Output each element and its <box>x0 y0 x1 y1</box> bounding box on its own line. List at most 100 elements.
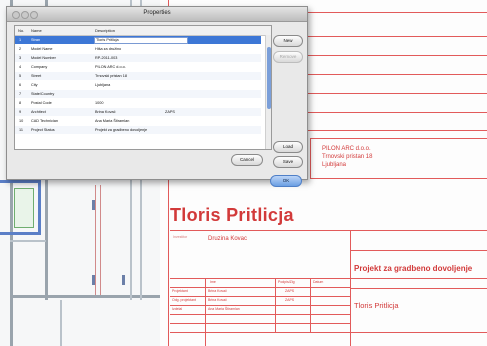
row-description: Hiša za družino <box>95 47 122 51</box>
titleblock-cell: Datum <box>313 280 324 284</box>
sheet-rule <box>310 138 311 178</box>
plan-marker <box>122 275 125 285</box>
row-number: 2 <box>19 47 22 51</box>
titleblock-rule <box>170 332 487 333</box>
row-number: 11 <box>19 128 23 132</box>
titleblock-rule <box>170 314 350 315</box>
row-description: 1000 <box>95 101 104 105</box>
plan-wall <box>10 295 160 298</box>
titleblock-rule <box>205 278 206 346</box>
titleblock-rule <box>275 278 276 332</box>
dialog-title: Properties <box>143 10 171 16</box>
scrollbar-thumb[interactable] <box>267 47 271 109</box>
row-description: PILON ARC d.o.o. <box>95 65 126 69</box>
titleblock-cell: Izdelal <box>172 307 183 311</box>
row-name: Project Status <box>31 128 55 132</box>
row-number: 1 <box>19 38 22 42</box>
row-name: Architect <box>31 110 46 114</box>
load-button[interactable]: Load <box>273 141 303 153</box>
list-item[interactable]: 7 State/Country <box>15 90 261 98</box>
company-street: Trnovski pristan 18 <box>322 154 373 160</box>
new-button[interactable]: New <box>273 35 303 47</box>
row-description: Trnovski pristan 18 <box>95 74 127 78</box>
company-city: Ljubljana <box>322 162 347 168</box>
titleblock-rule <box>170 323 350 324</box>
plan-room-fill <box>14 188 34 228</box>
list-item[interactable]: 6 City Ljubljana <box>15 81 261 89</box>
titleblock-rule <box>350 250 487 251</box>
properties-list[interactable]: No. Name Description 1 Stran Tloris Prit… <box>14 25 272 150</box>
row-extra: ZAPS <box>165 110 175 114</box>
dialog-titlebar[interactable]: Properties <box>7 7 307 22</box>
titleblock-rule <box>310 278 311 332</box>
list-item[interactable]: 1 Stran Tloris Pritlicja ▾ <box>15 36 261 44</box>
drawing-title: Tloris Pritlicja <box>170 205 294 225</box>
investor-value: Druzina Kovac <box>208 236 248 242</box>
titleblock-cell: Ime <box>210 280 216 284</box>
titleblock-rule <box>170 296 350 297</box>
list-item[interactable]: 9 Architect Brina Kovač ZAPS <box>15 108 261 116</box>
plan-wall-selected <box>38 180 41 235</box>
list-item[interactable]: 10 CAD Technician Ana Maria Štiramlan <box>15 117 261 125</box>
investor-label: Investitor <box>173 235 188 239</box>
row-number: 8 <box>19 101 22 105</box>
row-name: Company <box>31 65 48 69</box>
row-description: Brina Kovač <box>95 110 116 114</box>
row-number: 10 <box>19 119 24 123</box>
titleblock-cell: Odg. projektant <box>172 298 196 302</box>
list-scrollbar[interactable] <box>265 35 271 149</box>
row-number: 4 <box>19 65 22 69</box>
titleblock-rule <box>170 230 487 231</box>
project-value: Projekt za gradbeno dovoljenje <box>354 264 473 273</box>
cancel-button[interactable]: Cancel <box>231 154 263 166</box>
row-name: State/Country <box>31 92 55 96</box>
plan-wall-selected <box>0 232 40 235</box>
list-item[interactable]: 3 Model Number RP-2011-003 <box>15 54 261 62</box>
dimension-line <box>100 185 101 295</box>
titleblock-rule <box>170 287 350 288</box>
plan-wall <box>60 300 62 346</box>
titleblock-rule <box>170 278 487 279</box>
list-item[interactable]: 5 Street Trnovski pristan 18 <box>15 72 261 80</box>
row-description: Ljubljana <box>95 83 111 87</box>
titleblock-cell: ZAPS <box>285 298 295 302</box>
column-header-no[interactable]: No. <box>18 28 24 33</box>
drawing-canvas[interactable]: PILON ARC d.o.o. Trnovski pristan 18 Lju… <box>0 0 487 346</box>
titleblock-cell: Ana Maria Štiramlan <box>208 307 240 311</box>
row-number: 5 <box>19 74 22 78</box>
description-edit-field[interactable]: Tloris Pritlicja ▾ <box>94 37 188 44</box>
titleblock-cell: Brina Kovač <box>208 298 227 302</box>
row-name: Street <box>31 74 42 78</box>
row-description: Projekt za gradbeno dovoljenje <box>95 128 148 132</box>
row-name: Stran <box>31 38 41 42</box>
ok-button[interactable]: OK <box>270 175 302 187</box>
list-item[interactable]: 4 Company PILON ARC d.o.o. <box>15 63 261 71</box>
sheet-rule <box>310 138 487 139</box>
list-item[interactable]: 11 Project Status Projekt za gradbeno do… <box>15 126 261 134</box>
plan-marker <box>92 200 95 210</box>
row-number: 7 <box>19 92 22 96</box>
list-header: No. Name Description <box>15 26 271 36</box>
titleblock-rule <box>170 305 350 306</box>
row-description: Ana Maria Štiramlan <box>95 119 130 123</box>
row-name: Model Name <box>31 47 53 51</box>
row-name: City <box>31 83 38 87</box>
row-number: 6 <box>19 83 22 87</box>
row-name: CAD Technician <box>31 119 58 123</box>
row-number: 3 <box>19 56 22 60</box>
column-header-description[interactable]: Description <box>95 28 115 33</box>
list-item[interactable]: 2 Model Name Hiša za družino <box>15 45 261 53</box>
column-header-name[interactable]: Name <box>31 28 42 33</box>
company-name: PILON ARC d.o.o. <box>322 146 371 152</box>
row-description: RP-2011-003 <box>95 56 118 60</box>
titleblock-cell: Brina Kovač <box>208 289 227 293</box>
remove-button[interactable]: Remove <box>273 51 303 63</box>
titleblock-rule <box>350 288 487 289</box>
list-item[interactable]: 8 Postal Code 1000 <box>15 99 261 107</box>
titleblock-cell: ZAPS <box>285 289 295 293</box>
drawing-value: Tloris Pritlicja <box>354 301 399 310</box>
save-button[interactable]: Save <box>273 156 303 168</box>
plan-wall-selected <box>0 180 40 183</box>
row-name: Postal Code <box>31 101 52 105</box>
properties-dialog: Properties No. Name Description 1 Stran … <box>6 6 308 180</box>
